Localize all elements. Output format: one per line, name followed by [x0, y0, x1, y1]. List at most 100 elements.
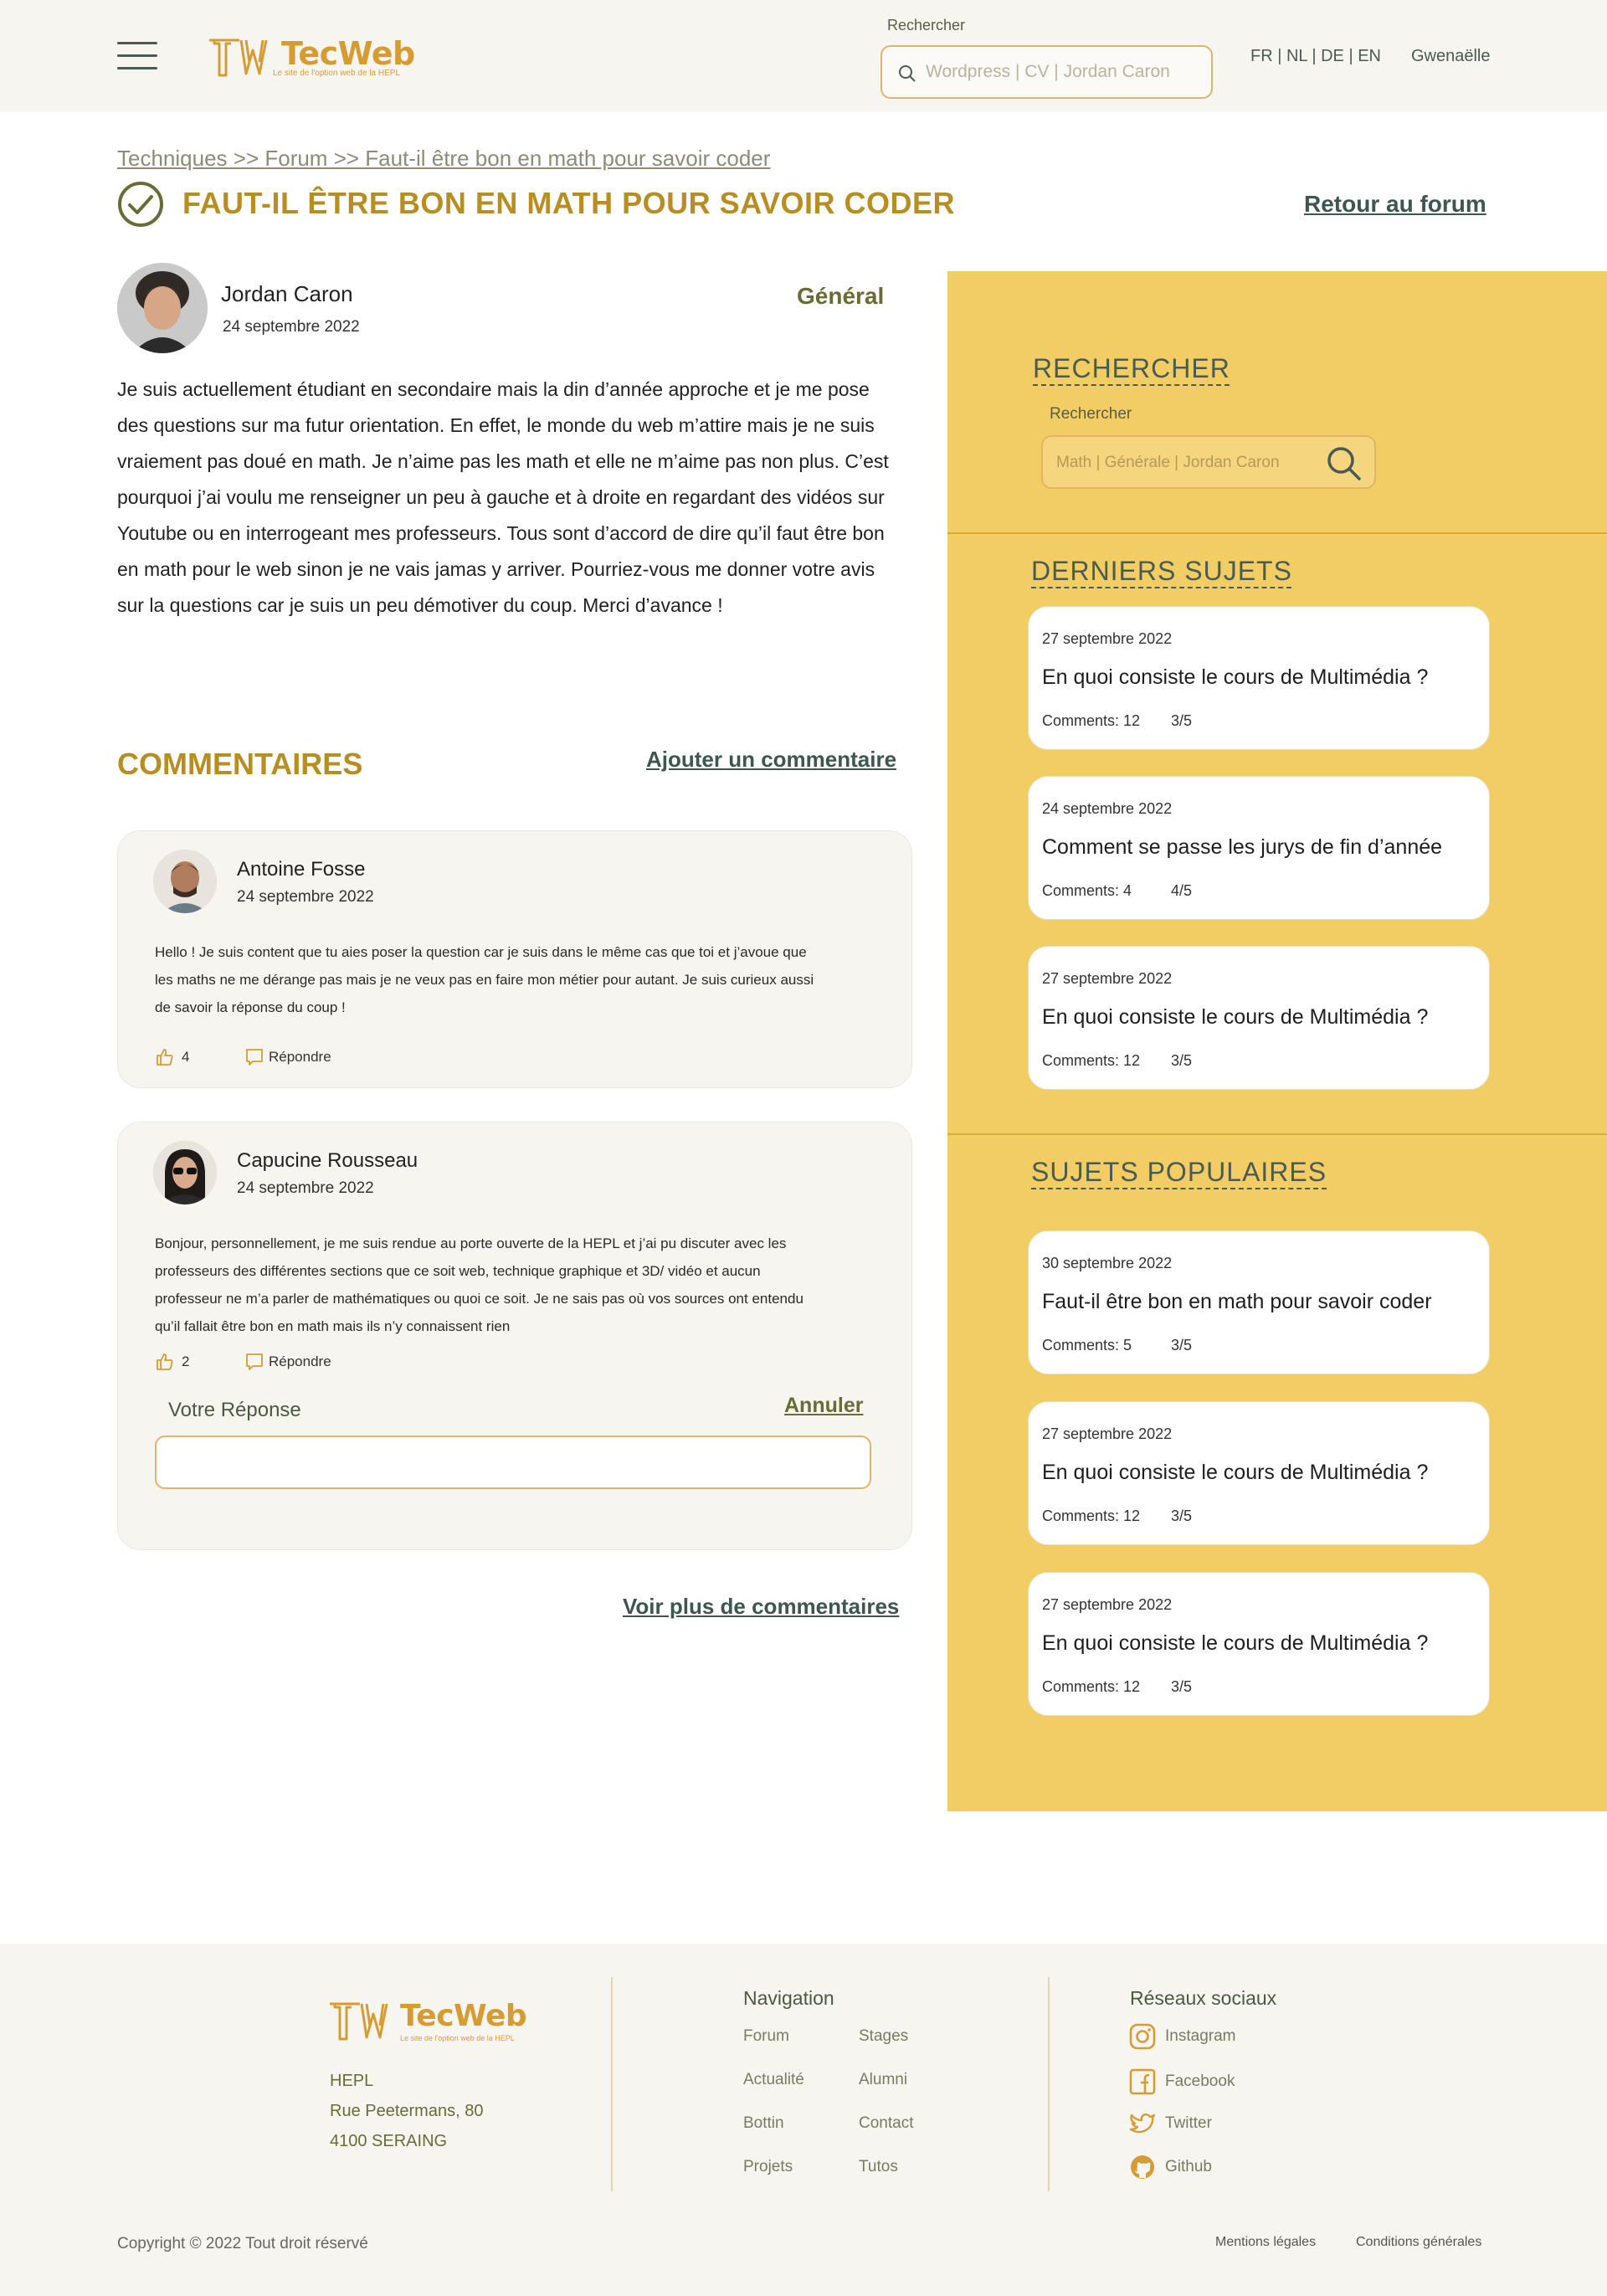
sidebar-divider	[947, 1133, 1607, 1135]
logo-mark-icon	[209, 39, 268, 77]
sidebar-search-input[interactable]: Math | Générale | Jordan Caron	[1041, 435, 1376, 489]
topic-card[interactable]: 24 septembre 2022 Comment se passe les j…	[1028, 776, 1490, 920]
sidebar-search-label: Rechercher	[1050, 405, 1132, 423]
comment-author-name[interactable]: Capucine Rousseau	[237, 1149, 418, 1173]
language-switcher[interactable]: FR | NL | DE | EN	[1250, 47, 1381, 66]
popular-topics-heading: SUJETS POPULAIRES	[1031, 1157, 1327, 1187]
footer-logo[interactable]: TecWeb Le site de l'option web de la HEP…	[328, 1997, 529, 2044]
post-body: Je suis actuellement étudiant en seconda…	[117, 378, 889, 616]
footer-nav-title: Navigation	[743, 1987, 834, 2009]
like-count: 2	[182, 1353, 190, 1369]
logo-mark-icon	[330, 2002, 388, 2041]
search-icon	[899, 65, 916, 82]
footer-logo-subtitle: Le site de l'option web de la HEPL	[400, 2034, 515, 2042]
footer-divider	[1048, 1977, 1050, 2191]
topic-date: 27 septembre 2022	[1042, 1596, 1173, 1613]
social-label: Github	[1165, 2158, 1212, 2175]
topic-title: En quoi consiste le cours de Multimédia …	[1042, 1631, 1429, 1655]
topic-rating: 3/5	[1171, 712, 1193, 729]
topic-date: 27 septembre 2022	[1042, 630, 1173, 647]
address-line: 4100 SERAING	[330, 2132, 448, 2150]
post-author-avatar	[117, 263, 208, 353]
sidebar-search-placeholder: Math | Générale | Jordan Caron	[1056, 454, 1280, 471]
sidebar: RECHERCHER Rechercher Math | Générale | …	[947, 271, 1607, 1811]
like-count: 4	[182, 1049, 190, 1065]
legal-notice-link[interactable]: Mentions légales	[1215, 2235, 1316, 2250]
like-button[interactable]: 2	[155, 1350, 205, 1374]
topic-title: Comment se passe les jurys de fin d’anné…	[1042, 835, 1443, 859]
topic-card[interactable]: 30 septembre 2022 Faut-il être bon en ma…	[1028, 1230, 1490, 1374]
twitter-icon	[1129, 2113, 1156, 2134]
comment-author-name[interactable]: Antoine Fosse	[237, 858, 365, 881]
comment-date: 24 septembre 2022	[237, 1179, 374, 1197]
footer-divider	[611, 1977, 613, 2191]
post-author-name[interactable]: Jordan Caron	[221, 281, 353, 307]
page-title: FAUT-IL ÊTRE BON EN MATH POUR SAVOIR COD…	[182, 186, 956, 220]
logo-subtitle: Le site de l'option web de la HEPL	[273, 69, 401, 78]
footer-social-title: Réseaux sociaux	[1130, 1987, 1277, 2009]
thumbs-up-icon	[157, 1049, 173, 1066]
comment-card: Antoine Fosse 24 septembre 2022 Hello ! …	[117, 830, 912, 1088]
search-icon[interactable]	[1324, 444, 1364, 484]
back-to-forum-link[interactable]: Retour au forum	[1304, 191, 1486, 218]
footer-link-actualite[interactable]: Actualité	[743, 2071, 804, 2089]
topic-card[interactable]: 27 septembre 2022 En quoi consiste le co…	[1028, 1572, 1490, 1716]
terms-link[interactable]: Conditions générales	[1356, 2235, 1481, 2250]
logo-title: TecWeb	[281, 35, 415, 72]
site-header: TecWeb Le site de l'option web de la HEP…	[0, 0, 1607, 112]
social-link-twitter[interactable]: Twitter	[1128, 2109, 1312, 2138]
breadcrumb[interactable]: Techniques >> Forum >> Faut-il être bon …	[117, 146, 770, 172]
reply-button[interactable]: Répondre	[245, 1045, 354, 1069]
reply-input[interactable]	[155, 1436, 871, 1489]
footer-address: HEPL Rue Peetermans, 80 4100 SERAING	[330, 2066, 483, 2156]
footer-link-bottin[interactable]: Bottin	[743, 2114, 784, 2133]
social-label: Instagram	[1165, 2027, 1236, 2045]
reply-label: Répondre	[269, 1353, 331, 1369]
topic-date: 27 septembre 2022	[1042, 970, 1173, 987]
cancel-reply-link[interactable]: Annuler	[784, 1394, 863, 1418]
topic-comments-count: Comments: 12	[1042, 1052, 1141, 1069]
topic-comments-count: Comments: 5	[1042, 1337, 1132, 1353]
site-logo[interactable]: TecWeb Le site de l'option web de la HEP…	[208, 33, 415, 80]
add-comment-link[interactable]: Ajouter un commentaire	[646, 747, 896, 773]
social-link-facebook[interactable]: Facebook	[1128, 2067, 1312, 2096]
comment-author-avatar	[153, 850, 217, 913]
comment-icon	[246, 1049, 263, 1066]
header-search-input[interactable]: Wordpress | CV | Jordan Caron	[881, 45, 1213, 99]
topic-card[interactable]: 27 septembre 2022 En quoi consiste le co…	[1028, 1401, 1490, 1545]
footer-link-alumni[interactable]: Alumni	[859, 2071, 907, 2089]
copyright: Copyright © 2022 Tout droit réservé	[117, 2235, 368, 2252]
footer-link-stages[interactable]: Stages	[859, 2027, 908, 2046]
sidebar-search-heading: RECHERCHER	[1033, 353, 1230, 383]
like-button[interactable]: 4	[155, 1045, 205, 1069]
topic-rating: 3/5	[1171, 1337, 1193, 1353]
post-category-badge[interactable]: Général	[797, 283, 884, 310]
social-link-github[interactable]: Github	[1128, 2153, 1312, 2181]
comment-author-avatar	[153, 1141, 217, 1205]
topic-date: 30 septembre 2022	[1042, 1255, 1173, 1271]
menu-icon[interactable]	[117, 39, 157, 72]
latest-topics-heading: DERNIERS SUJETS	[1031, 556, 1292, 586]
user-menu[interactable]: Gwenaëlle	[1411, 47, 1491, 66]
comment-text: Hello ! Je suis content que tu aies pose…	[155, 944, 814, 1015]
comments-title: COMMENTAIRES	[117, 747, 363, 781]
header-search-placeholder: Wordpress | CV | Jordan Caron	[926, 62, 1170, 81]
reply-button[interactable]: Répondre	[245, 1350, 354, 1374]
footer-link-contact[interactable]: Contact	[859, 2114, 913, 2133]
topic-card[interactable]: 27 septembre 2022 En quoi consiste le co…	[1028, 946, 1490, 1090]
social-link-instagram[interactable]: Instagram	[1128, 2022, 1312, 2051]
footer-link-tutos[interactable]: Tutos	[859, 2158, 898, 2176]
topic-rating: 3/5	[1171, 1052, 1193, 1069]
topic-title: En quoi consiste le cours de Multimédia …	[1042, 1005, 1429, 1029]
social-label: Facebook	[1165, 2073, 1235, 2090]
header-search-label: Rechercher	[887, 17, 966, 33]
reply-form-label: Votre Réponse	[168, 1399, 301, 1421]
footer-link-forum[interactable]: Forum	[743, 2027, 789, 2046]
more-comments-link[interactable]: Voir plus de commentaires	[623, 1594, 899, 1620]
topic-comments-count: Comments: 12	[1042, 1678, 1141, 1695]
comment-date: 24 septembre 2022	[237, 888, 374, 906]
github-icon	[1131, 2155, 1154, 2179]
comment-card: Capucine Rousseau 24 septembre 2022 Bonj…	[117, 1122, 912, 1550]
footer-link-projets[interactable]: Projets	[743, 2158, 793, 2176]
topic-card[interactable]: 27 septembre 2022 En quoi consiste le co…	[1028, 606, 1490, 750]
